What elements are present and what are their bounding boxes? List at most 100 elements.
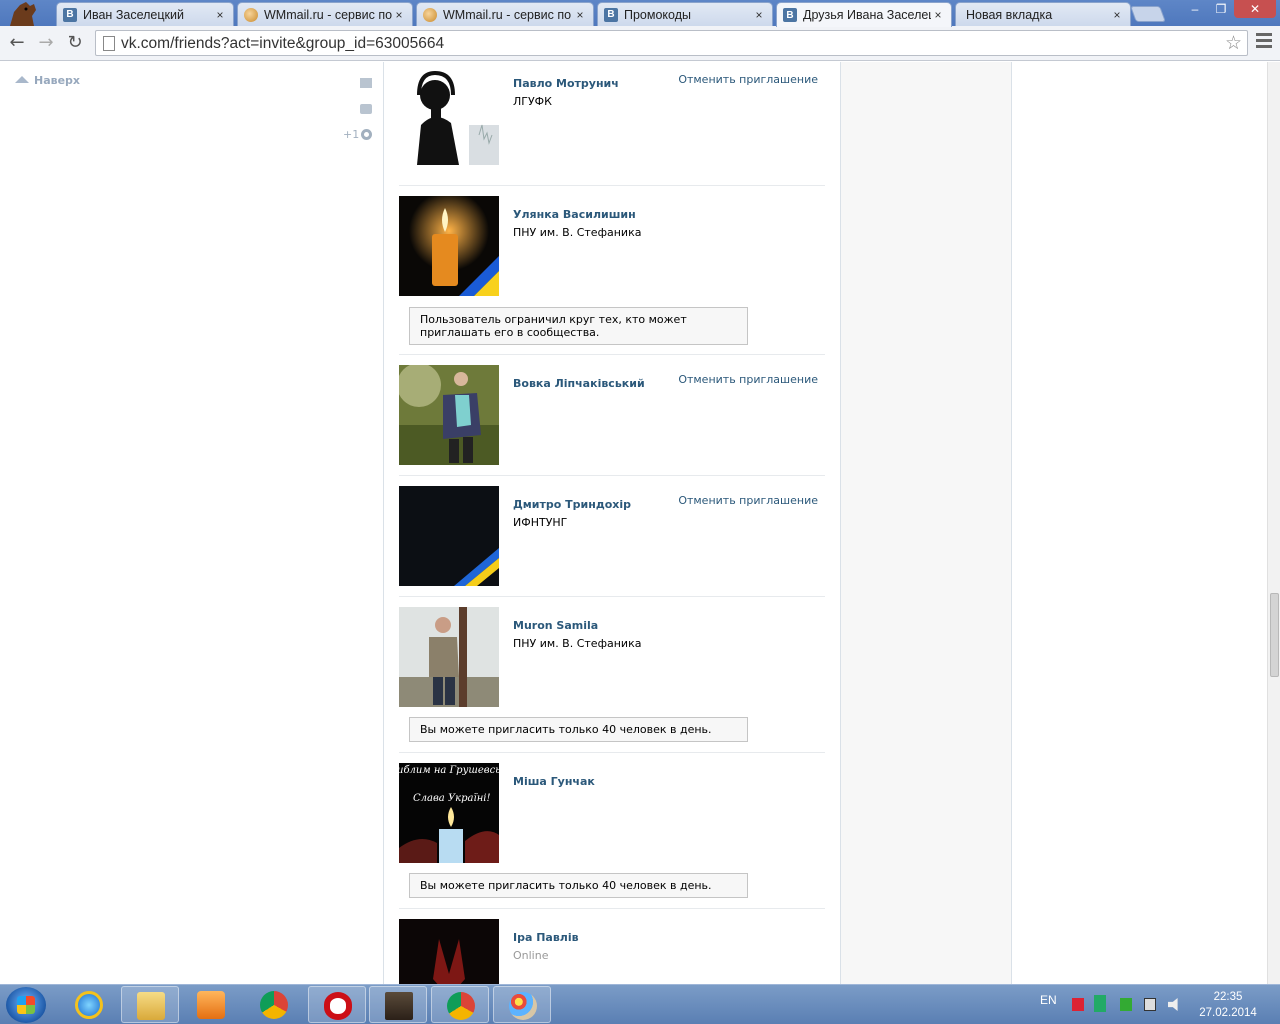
internet-explorer-icon [75, 991, 103, 1019]
taskbar-opera[interactable] [308, 986, 366, 1023]
taskbar-explorer[interactable] [121, 986, 179, 1023]
to-top-label: Наверх [34, 74, 81, 87]
friend-row: Улянка Василишин ПНУ им. В. Стефаника По… [399, 186, 825, 355]
vk-icon: В [783, 8, 797, 22]
bookmark-star-icon[interactable]: ☆ [1225, 32, 1242, 54]
friend-avatar[interactable] [399, 365, 499, 465]
friend-university: ПНУ им. В. Стефаника [513, 637, 642, 650]
taskbar-media-player[interactable] [182, 986, 240, 1023]
friend-avatar[interactable] [399, 196, 499, 296]
mail-icon[interactable] [360, 78, 372, 88]
tab-promocodes[interactable]: В Промокоды × [597, 2, 773, 26]
chat-icon[interactable] [360, 104, 372, 114]
friend-row: Павло Мотрунич ЛГУФК Отменить приглашени… [399, 65, 825, 186]
cancel-invite-link[interactable]: Отменить приглашение [678, 494, 818, 507]
invite-limit-notice: Вы можете пригласить только 40 человек в… [409, 717, 748, 742]
to-top-link[interactable]: Наверх [15, 74, 80, 87]
address-bar[interactable]: vk.com/friends?act=invite&group_id=63005… [95, 30, 1248, 56]
close-tab-icon[interactable]: × [1110, 8, 1124, 22]
arrow-up-icon [15, 76, 29, 83]
close-tab-icon[interactable]: × [931, 8, 945, 22]
friend-name[interactable]: Павло Мотрунич [513, 77, 619, 90]
forward-arrow-icon[interactable]: → [34, 32, 58, 56]
avatar-caption-top: иблим на Грушевсько [399, 765, 499, 776]
friend-university: ПНУ им. В. Стефаника [513, 226, 642, 239]
reload-icon[interactable]: ↻ [63, 32, 87, 56]
online-status: Online [513, 949, 549, 962]
3d-app-icon[interactable] [1094, 995, 1106, 1012]
windows-logo-icon [17, 996, 35, 1014]
new-tab-button[interactable] [1130, 6, 1166, 22]
friend-avatar[interactable] [399, 65, 499, 165]
friend-name[interactable]: Улянка Василишин [513, 208, 636, 221]
tab-title: Иван Заселецкий [83, 7, 184, 22]
folder-icon [137, 992, 165, 1020]
horse-profile-icon[interactable] [4, 0, 42, 26]
chrome-icon [260, 991, 288, 1019]
cancel-invite-link[interactable]: Отменить приглашение [678, 373, 818, 386]
taskbar-ie[interactable] [60, 986, 118, 1023]
tab-title: Промокоды [624, 7, 691, 22]
tab-new[interactable]: Новая вкладка × [955, 2, 1131, 26]
friend-avatar[interactable] [399, 486, 499, 586]
browser-tab-strip: В Иван Заселецкий × WMmail.ru - сервис п… [0, 0, 1280, 27]
cancel-invite-link[interactable]: Отменить приглашение [678, 73, 818, 86]
close-tab-icon[interactable]: × [573, 8, 587, 22]
plus-one-counter[interactable]: +1 [343, 128, 359, 141]
wmmail-icon [244, 7, 258, 22]
windows-taskbar: EN 22:35 27.02.2014 [0, 984, 1280, 1024]
friend-avatar[interactable] [399, 607, 499, 707]
friend-name[interactable]: Іра Павлів [513, 931, 579, 944]
system-clock[interactable]: 22:35 27.02.2014 [1195, 989, 1261, 1021]
vertical-scrollbar[interactable] [1267, 62, 1280, 984]
back-arrow-icon[interactable]: ← [5, 32, 29, 56]
friend-name[interactable]: Вовка Ліпчаківський [513, 377, 645, 390]
minimize-button[interactable]: – [1182, 0, 1208, 18]
network-icon[interactable] [1144, 998, 1156, 1011]
tab-title: WMmail.ru - сервис по [443, 7, 572, 22]
vk-icon: В [63, 7, 77, 22]
page-icon [103, 36, 115, 51]
taskbar-app-photo[interactable] [369, 986, 427, 1023]
tab-title: Новая вкладка [966, 7, 1053, 22]
browser-toolbar: ← → ↻ vk.com/friends?act=invite&group_id… [0, 26, 1280, 61]
friend-name[interactable]: Muron Samila [513, 619, 598, 632]
close-tab-icon[interactable]: × [752, 8, 766, 22]
gear-icon[interactable] [361, 129, 372, 140]
security-check-icon[interactable] [1120, 998, 1132, 1011]
start-button[interactable] [6, 987, 46, 1023]
network-tool-icon[interactable] [1072, 998, 1084, 1011]
restore-button[interactable]: ❐ [1208, 0, 1234, 18]
taskbar-chrome[interactable] [245, 986, 303, 1023]
tab-ivan[interactable]: В Иван Заселецкий × [56, 2, 234, 26]
taskbar-chrome-active[interactable] [431, 986, 489, 1023]
friend-avatar[interactable]: иблим на Грушевсько Слава Україні! [399, 763, 499, 863]
content-border-left [383, 62, 384, 984]
right-narrow-column [841, 62, 1012, 984]
url-text[interactable]: vk.com/friends?act=invite&group_id=63005… [121, 35, 444, 53]
tab-friends[interactable]: В Друзья Ивана Заселец × [776, 2, 952, 27]
menu-icon[interactable] [1256, 33, 1272, 51]
language-indicator[interactable]: EN [1040, 993, 1057, 1007]
paint-icon [509, 992, 537, 1020]
friend-name[interactable]: Дмитро Триндохір [513, 498, 631, 511]
opera-icon [324, 992, 352, 1020]
app-photo-icon [385, 992, 413, 1020]
close-window-button[interactable]: ✕ [1234, 0, 1276, 18]
close-tab-icon[interactable]: × [392, 8, 406, 22]
volume-icon[interactable] [1168, 998, 1178, 1011]
friend-row: Muron Samila ПНУ им. В. Стефаника Вы мож… [399, 597, 825, 753]
friend-avatar[interactable] [399, 919, 499, 984]
friend-name[interactable]: Міша Гунчак [513, 775, 595, 788]
tab-wmmail-2[interactable]: WMmail.ru - сервис по × [416, 2, 594, 26]
tab-wmmail-1[interactable]: WMmail.ru - сервис по × [237, 2, 413, 26]
avatar-caption-slogan: Слава Україні! [413, 793, 491, 804]
scrollbar-thumb[interactable] [1270, 593, 1279, 677]
chrome-icon [447, 992, 475, 1020]
taskbar-paint[interactable] [493, 986, 551, 1023]
close-tab-icon[interactable]: × [213, 8, 227, 22]
friend-university: ЛГУФК [513, 95, 552, 108]
friend-row: иблим на Грушевсько Слава Україні! Міша … [399, 753, 825, 909]
wmmail-icon [423, 7, 437, 22]
invite-limit-notice: Вы можете пригласить только 40 человек в… [409, 873, 748, 898]
